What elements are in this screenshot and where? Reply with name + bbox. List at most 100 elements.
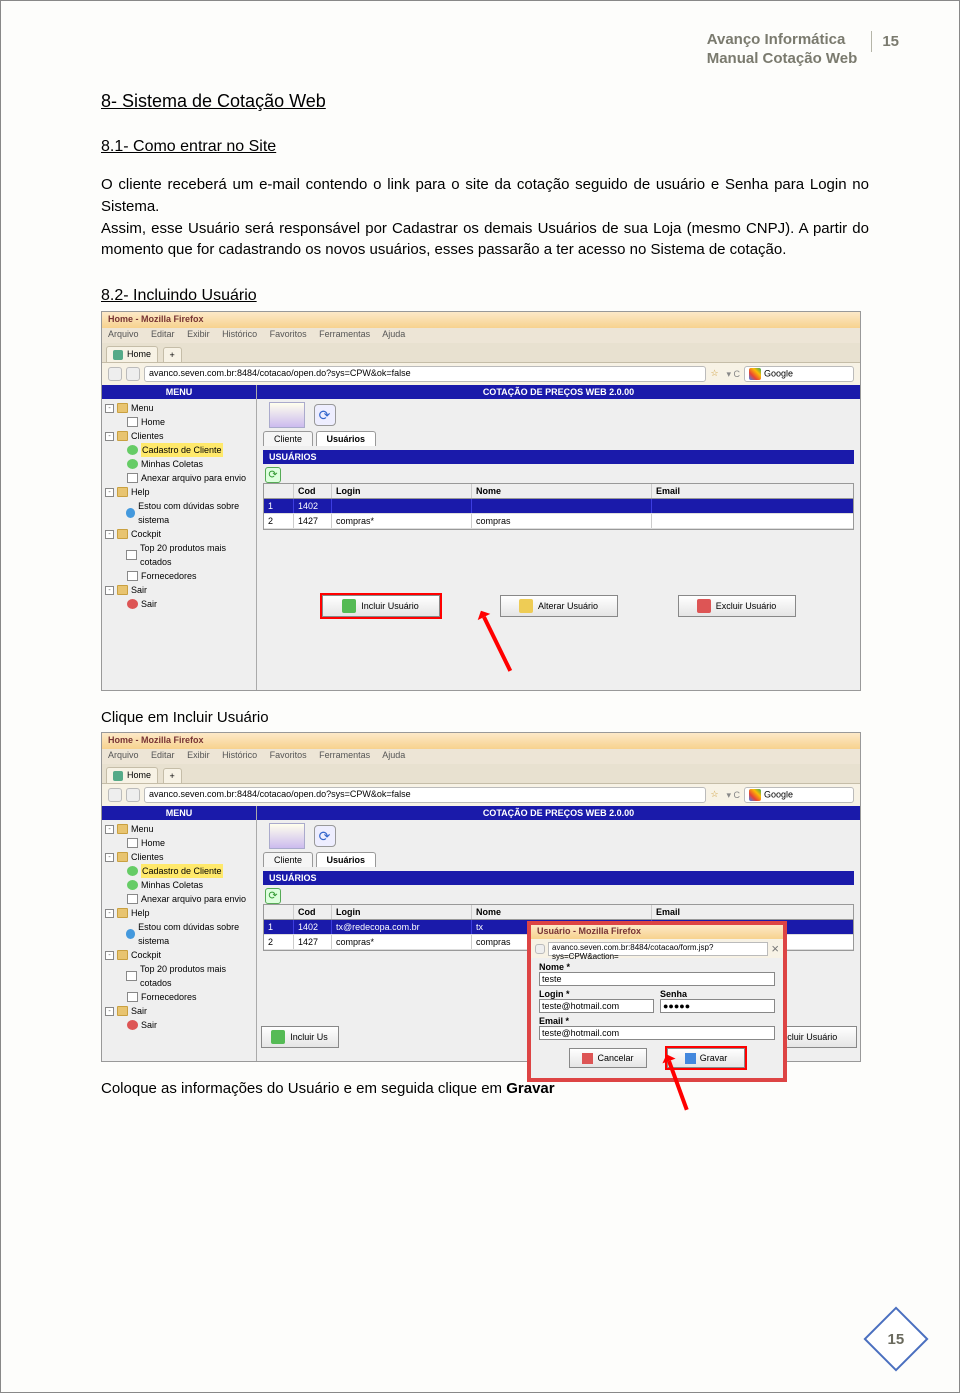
browser-tab-home[interactable]: Home — [106, 767, 158, 783]
browser-menubar[interactable]: Arquivo Editar Exibir Histórico Favorito… — [102, 749, 860, 764]
incluir-usuario-button[interactable]: Incluir Usuário — [322, 595, 440, 617]
expand-icon[interactable] — [115, 895, 124, 904]
expand-icon[interactable]: - — [105, 825, 114, 834]
tree-item[interactable]: -Menu — [105, 822, 253, 836]
tree-item[interactable]: Anexar arquivo para envio — [105, 892, 253, 906]
expand-icon[interactable] — [115, 551, 123, 560]
tree-item[interactable]: -Clientes — [105, 429, 253, 443]
tree-item[interactable]: Sair — [105, 1018, 253, 1032]
dialog-url[interactable]: avanco.seven.com.br:8484/cotacao/form.js… — [548, 942, 768, 956]
alterar-usuario-button[interactable]: Alterar Usuário — [500, 595, 618, 617]
tree-item[interactable]: -Cockpit — [105, 948, 253, 962]
expand-icon[interactable] — [115, 600, 124, 609]
nav-back-icon[interactable] — [108, 788, 122, 802]
refresh-icon[interactable]: ⟳ — [314, 825, 336, 847]
expand-icon[interactable] — [115, 474, 124, 483]
expand-icon[interactable] — [115, 972, 123, 981]
menu-favoritos[interactable]: Favoritos — [270, 750, 307, 760]
input-email[interactable] — [539, 1026, 775, 1040]
tree-item[interactable]: -Sair — [105, 583, 253, 597]
expand-icon[interactable] — [115, 446, 124, 455]
excluir-usuario-button[interactable]: Excluir Usuário — [678, 595, 796, 617]
expand-icon[interactable]: - — [105, 404, 114, 413]
nav-tree[interactable]: -MenuHome-ClientesCadastro de ClienteMin… — [102, 399, 256, 613]
tab-usuarios[interactable]: Usuários — [316, 852, 377, 867]
table-row[interactable]: 1 1402 — [264, 499, 853, 514]
tree-item[interactable]: Cadastro de Cliente — [105, 443, 253, 457]
close-icon[interactable]: × — [771, 941, 779, 956]
incluir-usuario-button[interactable]: Incluir Us — [261, 1026, 339, 1048]
expand-icon[interactable] — [115, 867, 124, 876]
nav-tree[interactable]: -MenuHome-ClientesCadastro de ClienteMin… — [102, 820, 256, 1034]
tab-cliente[interactable]: Cliente — [263, 431, 313, 446]
nav-back-icon[interactable] — [108, 367, 122, 381]
address-bar[interactable]: avanco.seven.com.br:8484/cotacao/open.do… — [144, 787, 706, 803]
tab-usuarios[interactable]: Usuários — [316, 431, 377, 446]
menu-favoritos[interactable]: Favoritos — [270, 329, 307, 339]
browser-menubar[interactable]: Arquivo Editar Exibir Histórico Favorito… — [102, 328, 860, 343]
expand-icon[interactable] — [115, 993, 124, 1002]
tree-item[interactable]: Cadastro de Cliente — [105, 864, 253, 878]
tree-item[interactable]: Sair — [105, 597, 253, 611]
bookmark-star-icon[interactable]: ☆ — [710, 368, 722, 380]
expand-icon[interactable]: - — [105, 586, 114, 595]
browser-tab-home[interactable]: Home — [106, 346, 158, 362]
expand-icon[interactable] — [115, 509, 123, 518]
tree-item[interactable]: -Menu — [105, 401, 253, 415]
tree-item[interactable]: -Cockpit — [105, 527, 253, 541]
tree-item[interactable]: Home — [105, 415, 253, 429]
tree-item[interactable]: -Help — [105, 485, 253, 499]
menu-historico[interactable]: Histórico — [222, 329, 257, 339]
expand-icon[interactable] — [115, 881, 124, 890]
search-box[interactable]: Google — [744, 366, 854, 382]
tree-item[interactable]: -Help — [105, 906, 253, 920]
expand-icon[interactable]: - — [105, 1007, 114, 1016]
nav-fwd-icon[interactable] — [126, 367, 140, 381]
input-nome[interactable] — [539, 972, 775, 986]
search-box[interactable]: Google — [744, 787, 854, 803]
menu-ajuda[interactable]: Ajuda — [382, 329, 405, 339]
tree-item[interactable]: Fornecedores — [105, 569, 253, 583]
expand-icon[interactable] — [115, 572, 124, 581]
menu-historico[interactable]: Histórico — [222, 750, 257, 760]
tab-cliente[interactable]: Cliente — [263, 852, 313, 867]
expand-icon[interactable]: - — [105, 909, 114, 918]
menu-exibir[interactable]: Exibir — [187, 750, 210, 760]
address-bar[interactable]: avanco.seven.com.br:8484/cotacao/open.do… — [144, 366, 706, 382]
expand-icon[interactable] — [115, 930, 123, 939]
tree-item[interactable]: -Sair — [105, 1004, 253, 1018]
tree-item[interactable]: Top 20 produtos mais cotados — [105, 541, 253, 569]
refresh-grid-icon[interactable]: ⟳ — [265, 888, 281, 904]
nav-back-icon[interactable] — [535, 944, 545, 954]
menu-ferramentas[interactable]: Ferramentas — [319, 329, 370, 339]
input-senha[interactable] — [660, 999, 775, 1013]
menu-exibir[interactable]: Exibir — [187, 329, 210, 339]
browser-tab-new[interactable]: + — [163, 347, 182, 362]
expand-icon[interactable]: - — [105, 951, 114, 960]
browser-tab-new[interactable]: + — [163, 768, 182, 783]
expand-icon[interactable]: - — [105, 488, 114, 497]
menu-editar[interactable]: Editar — [151, 329, 175, 339]
input-login[interactable] — [539, 999, 654, 1013]
tree-item[interactable]: Estou com dúvidas sobre sistema — [105, 499, 253, 527]
expand-icon[interactable] — [115, 1021, 124, 1030]
nav-fwd-icon[interactable] — [126, 788, 140, 802]
bookmark-star-icon[interactable]: ☆ — [710, 789, 722, 801]
menu-ajuda[interactable]: Ajuda — [382, 750, 405, 760]
tree-item[interactable]: -Clientes — [105, 850, 253, 864]
refresh-grid-icon[interactable]: ⟳ — [265, 467, 281, 483]
tree-item[interactable]: Minhas Coletas — [105, 457, 253, 471]
tree-item[interactable]: Estou com dúvidas sobre sistema — [105, 920, 253, 948]
menu-ferramentas[interactable]: Ferramentas — [319, 750, 370, 760]
expand-icon[interactable] — [115, 839, 124, 848]
table-row[interactable]: 2 1427 compras* compras — [264, 514, 853, 529]
expand-icon[interactable] — [115, 460, 124, 469]
expand-icon[interactable]: - — [105, 432, 114, 441]
tree-item[interactable]: Fornecedores — [105, 990, 253, 1004]
menu-editar[interactable]: Editar — [151, 750, 175, 760]
tree-item[interactable]: Home — [105, 836, 253, 850]
expand-icon[interactable] — [115, 418, 124, 427]
tree-item[interactable]: Minhas Coletas — [105, 878, 253, 892]
menu-arquivo[interactable]: Arquivo — [108, 750, 139, 760]
tree-item[interactable]: Anexar arquivo para envio — [105, 471, 253, 485]
